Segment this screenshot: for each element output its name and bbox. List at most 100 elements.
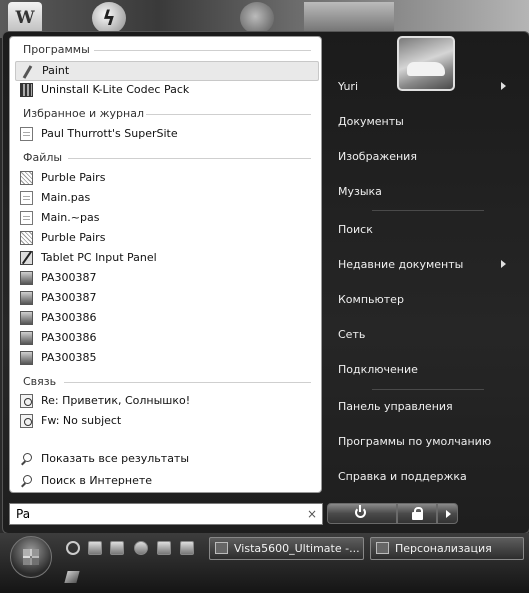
result-label: Purble Pairs [41, 171, 106, 184]
result-label: Purble Pairs [41, 231, 106, 244]
window-icon [215, 542, 228, 554]
search-icon [20, 474, 33, 488]
result-label: Tablet PC Input Panel [41, 251, 157, 264]
task-personalization[interactable]: Персонализация [370, 537, 524, 560]
show-desktop-icon[interactable] [88, 541, 102, 555]
right-item-computer[interactable]: Компьютер [338, 293, 404, 306]
media-center-icon[interactable] [134, 541, 148, 555]
document-icon [20, 211, 33, 225]
result-file[interactable]: PA300386 [15, 328, 319, 348]
start-menu-results-panel: Программы Paint Uninstall K-Lite Codec P… [9, 36, 322, 493]
flash-app-icon[interactable]: ϟ [92, 2, 126, 34]
result-file[interactable]: PA300387 [15, 288, 319, 308]
result-label: PA300386 [41, 311, 97, 324]
result-message[interactable]: Fw: No subject [15, 411, 319, 431]
result-label: Main.pas [41, 191, 91, 204]
image-icon [20, 311, 33, 325]
paint-icon [21, 65, 34, 79]
result-label: Uninstall K-Lite Codec Pack [41, 83, 190, 96]
window-switcher-icon[interactable] [110, 541, 124, 555]
mail-icon [20, 394, 33, 408]
right-item-control-panel[interactable]: Панель управления [338, 400, 453, 413]
internet-explorer-icon[interactable] [66, 541, 80, 555]
window-icon [376, 542, 389, 554]
image-icon [20, 291, 33, 305]
lock-button[interactable] [397, 503, 437, 524]
search-icon [20, 452, 33, 466]
image-icon [20, 271, 33, 285]
section-title-communication: Связь [23, 375, 57, 388]
result-file[interactable]: Tablet PC Input Panel [15, 248, 319, 268]
result-file[interactable]: Main.pas [15, 188, 319, 208]
document-icon [20, 127, 33, 141]
chevron-right-icon [501, 82, 506, 90]
start-orb-button[interactable] [10, 536, 52, 578]
globe-icon[interactable] [240, 2, 274, 34]
result-supersite[interactable]: Paul Thurrott's SuperSite [15, 124, 319, 144]
image-icon [20, 331, 33, 345]
result-label: Re: Приветик, Солнышко! [41, 394, 191, 407]
result-message[interactable]: Re: Приветик, Солнышко! [15, 391, 319, 411]
lock-icon [412, 507, 423, 520]
section-divider [68, 158, 311, 159]
task-vista-ultimate[interactable]: Vista5600_Ultimate -... [209, 537, 364, 560]
right-item-user[interactable]: Yuri [338, 80, 358, 93]
quick-launch-overflow-icon[interactable] [64, 571, 80, 583]
film-icon [20, 83, 33, 97]
right-item-pictures[interactable]: Изображения [338, 150, 417, 163]
start-search-input[interactable]: Pa × [9, 503, 323, 525]
user-avatar[interactable] [397, 36, 455, 91]
result-label: PA300387 [41, 291, 97, 304]
right-item-help[interactable]: Справка и поддержка [338, 470, 467, 483]
right-item-recent[interactable]: Недавние документы [338, 258, 463, 271]
result-file[interactable]: PA300386 [15, 308, 319, 328]
clear-search-icon[interactable]: × [307, 504, 317, 524]
search-internet-label: Поиск в Интернете [41, 474, 153, 487]
result-file[interactable]: Purble Pairs [15, 168, 319, 188]
right-item-search[interactable]: Поиск [338, 223, 373, 236]
task-label: Персонализация [395, 542, 492, 555]
tablet-pen-icon [20, 251, 33, 265]
section-title-favorites: Избранное и журнал [23, 107, 144, 120]
right-item-network[interactable]: Сеть [338, 328, 365, 341]
search-text: Pa [16, 507, 31, 521]
section-title-files: Файлы [23, 151, 63, 164]
right-item-connect[interactable]: Подключение [338, 363, 418, 376]
result-file[interactable]: Purble Pairs [15, 228, 319, 248]
right-divider [372, 389, 484, 390]
result-label: PA300387 [41, 271, 97, 284]
document-icon [20, 191, 33, 205]
result-file[interactable]: Main.~pas [15, 208, 319, 228]
media-player-icon[interactable] [157, 541, 171, 555]
result-file[interactable]: PA300387 [15, 268, 319, 288]
email-icon[interactable] [180, 541, 194, 555]
shutdown-options-button[interactable] [437, 503, 458, 524]
show-all-label: Показать все результаты [41, 452, 190, 465]
result-label: Main.~pas [41, 211, 100, 224]
section-divider [64, 382, 311, 383]
result-paint[interactable]: Paint [15, 61, 319, 81]
power-icon [355, 505, 366, 518]
card-icon [20, 231, 33, 245]
result-label: PA300386 [41, 331, 97, 344]
car-picture-icon [407, 62, 445, 76]
section-divider [94, 50, 311, 51]
taskbar: Vista5600_Ultimate -... Персонализация [0, 533, 529, 593]
mail-icon [20, 414, 33, 428]
section-title-programs: Программы [23, 43, 90, 56]
result-uninstall-klite[interactable]: Uninstall K-Lite Codec Pack [15, 80, 319, 100]
word-document-icon[interactable]: W [8, 2, 42, 34]
right-item-documents[interactable]: Документы [338, 115, 404, 128]
result-file[interactable]: PA300385 [15, 348, 319, 368]
power-button[interactable] [327, 503, 397, 524]
right-item-default-programs[interactable]: Программы по умолчанию [338, 435, 491, 448]
section-divider [146, 114, 311, 115]
right-item-music[interactable]: Музыка [338, 185, 382, 198]
show-all-results-link[interactable]: Показать все результаты [15, 449, 319, 469]
result-label: Paint [42, 64, 70, 77]
task-label: Vista5600_Ultimate -... [234, 542, 360, 555]
right-divider [372, 210, 484, 211]
chevron-right-icon [446, 510, 451, 518]
result-label: Fw: No subject [41, 414, 122, 427]
search-internet-link[interactable]: Поиск в Интернете [15, 471, 319, 491]
